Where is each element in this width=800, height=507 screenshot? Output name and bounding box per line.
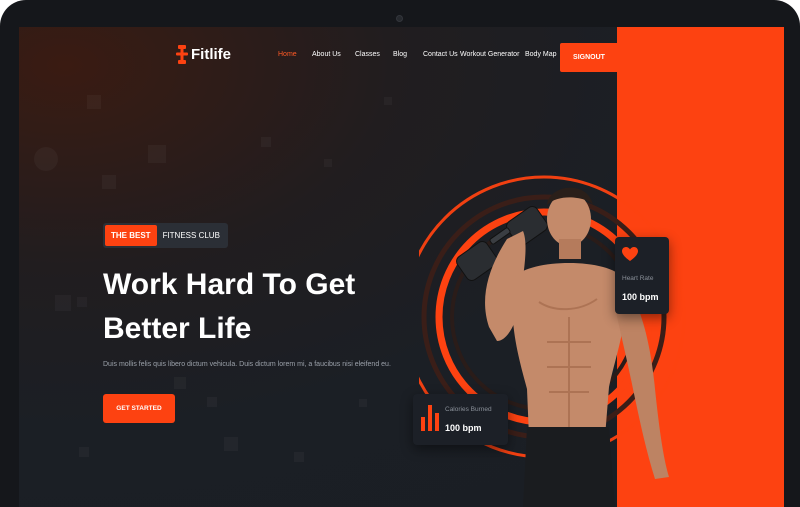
screen: Fitlife Home About Us Classes Blog Conta… <box>19 27 784 507</box>
bg-square <box>174 377 186 389</box>
heart-icon <box>622 247 638 261</box>
bg-square <box>102 175 116 189</box>
hero-subtitle: Duis mollis felis quis libero dictum veh… <box>103 361 391 368</box>
bg-square <box>359 399 367 407</box>
badge-text: FITNESS CLUB <box>162 231 220 240</box>
heart-rate-value: 100 bpm <box>622 292 659 302</box>
heart-rate-label: Heart Rate <box>622 275 654 282</box>
bg-square <box>384 97 392 105</box>
main-nav: Home About Us Classes Blog Contact Us Wo… <box>19 51 559 65</box>
heart-rate-card: Heart Rate 100 bpm <box>615 237 669 314</box>
bg-square <box>55 295 71 311</box>
bg-square <box>148 145 166 163</box>
calories-value: 100 bpm <box>445 423 482 433</box>
bg-square <box>79 447 89 457</box>
get-started-button[interactable]: GET STARTED <box>103 394 175 423</box>
hero-badge: THE BEST FITNESS CLUB <box>103 223 228 248</box>
nav-item-workout-generator[interactable]: Workout Generator <box>460 51 519 58</box>
nav-item-contact-us[interactable]: Contact Us <box>423 51 458 58</box>
athlete-figure <box>456 187 669 507</box>
bar-chart-icon <box>421 405 439 431</box>
bg-square <box>77 297 87 307</box>
hero-title: Work Hard To Get Better Life <box>103 263 423 351</box>
hero-title-line1: Work Hard To Get <box>103 268 356 301</box>
camera-icon <box>396 15 403 22</box>
bg-square <box>261 137 271 147</box>
badge-highlight: THE BEST <box>105 225 157 246</box>
hero-title-line2: Better Life <box>103 312 252 345</box>
bg-square <box>294 452 304 462</box>
calories-card: Calories Burned 100 bpm <box>413 394 508 445</box>
bg-square <box>324 159 332 167</box>
nav-item-about-us[interactable]: About Us <box>312 51 341 58</box>
bg-square <box>207 397 217 407</box>
bg-square <box>34 147 58 171</box>
nav-item-home[interactable]: Home <box>278 51 297 58</box>
signout-button[interactable]: SIGNOUT <box>560 43 618 72</box>
nav-item-classes[interactable]: Classes <box>355 51 380 58</box>
calories-label: Calories Burned <box>445 406 492 413</box>
athlete-image <box>419 175 686 507</box>
nav-item-body-map[interactable]: Body Map <box>525 51 557 58</box>
laptop-bezel: Fitlife Home About Us Classes Blog Conta… <box>0 0 800 507</box>
bg-square <box>87 95 101 109</box>
bg-square <box>224 437 238 451</box>
nav-item-blog[interactable]: Blog <box>393 51 407 58</box>
